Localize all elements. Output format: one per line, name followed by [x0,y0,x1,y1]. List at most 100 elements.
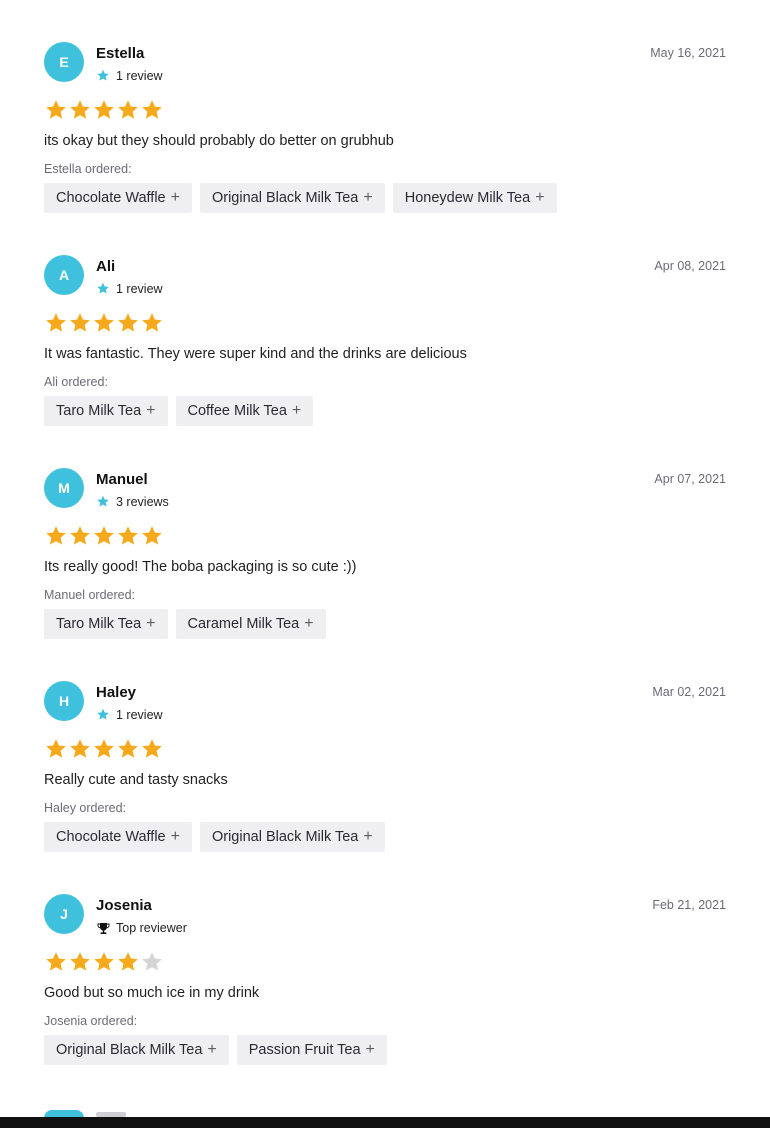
star-filled-icon [68,737,92,761]
add-item-button[interactable]: Original Black Milk Tea + [44,1035,229,1065]
star-filled-icon [116,524,140,548]
plus-icon: + [207,1041,217,1058]
star-filled-icon [68,311,92,335]
star-filled-icon [44,737,68,761]
reviewer-name[interactable]: Haley [96,684,136,701]
star-filled-icon [68,98,92,122]
item-name: Chocolate Waffle [56,190,166,206]
reviewer-meta-text: 1 review [116,708,163,722]
add-item-button[interactable]: Chocolate Waffle + [44,183,192,213]
review-header: M Manuel 3 reviews Apr 07, 2021 [44,468,726,509]
avatar[interactable]: J [44,894,84,934]
add-item-button[interactable]: Caramel Milk Tea + [175,609,326,639]
avatar[interactable]: M [44,468,84,508]
reviewer-meta: 3 reviews [96,495,169,509]
reviewer-name[interactable]: Manuel [96,471,148,488]
ordered-label: Josenia ordered: [44,1014,138,1028]
review-text: It was fantastic. They were super kind a… [44,346,467,362]
review-date: Apr 08, 2021 [654,259,726,273]
item-name: Caramel Milk Tea [187,616,300,632]
review-date: Apr 07, 2021 [654,472,726,486]
reviewer-meta: Top reviewer [96,921,187,935]
star-filled-icon [140,311,164,335]
review-card: E Estella 1 review May 16, 2021 its okay but… [44,42,726,255]
review-card: A Ali 1 review Apr 08, 2021 It was fantastic… [44,255,726,468]
reviewer-meta-text: 1 review [116,282,163,296]
reviewer-meta: 1 review [96,708,163,722]
add-item-button[interactable]: Chocolate Waffle + [44,822,192,852]
star-rating [44,737,726,761]
star-filled-icon [44,950,68,974]
review-header: H Haley 1 review Mar 02, 2021 [44,681,726,722]
star-rating [44,524,726,548]
review-header: E Estella 1 review May 16, 2021 [44,42,726,83]
item-name: Taro Milk Tea [56,403,142,419]
reviewer-meta-text: 3 reviews [116,495,169,509]
review-header: A Ali 1 review Apr 08, 2021 [44,255,726,296]
reviewer-meta: 1 review [96,69,163,83]
review-text: Good but so much ice in my drink [44,985,260,1001]
ordered-label: Manuel ordered: [44,588,136,602]
ordered-items: Taro Milk Tea + Coffee Milk Tea + [44,396,726,426]
item-name: Taro Milk Tea [56,616,142,632]
reviewer-name[interactable]: Josenia [96,897,152,914]
star-filled-icon [116,737,140,761]
plus-icon: + [304,615,314,632]
add-item-button[interactable]: Honeydew Milk Tea + [392,183,557,213]
star-filled-icon [68,950,92,974]
star-filled-icon [140,98,164,122]
star-filled-icon [68,524,92,548]
star-filled-icon [44,98,68,122]
review-text: its okay but they should probably do bet… [44,133,394,149]
plus-icon: + [170,828,180,845]
ordered-label: Estella ordered: [44,162,132,176]
star-filled-icon [140,737,164,761]
review-header: J Josenia Top reviewer Feb 21, 2021 [44,894,726,935]
add-item-button[interactable]: Original Black Milk Tea + [199,822,385,852]
item-name: Coffee Milk Tea [187,403,287,419]
reviewer-meta-text: Top reviewer [116,921,187,935]
review-card: H Haley 1 review Mar 02, 2021 Really cute an… [44,681,726,894]
review-card: J Josenia Top reviewer Feb 21, 2021 Good but… [44,894,726,1107]
star-filled-icon [116,98,140,122]
plus-icon: + [363,828,373,845]
review-date: Feb 21, 2021 [652,898,726,912]
plus-icon: + [146,615,156,632]
star-filled-icon [44,524,68,548]
star-empty-icon [140,950,164,974]
star-rating [44,311,726,335]
item-name: Original Black Milk Tea [56,1042,203,1058]
star-filled-icon [92,524,116,548]
add-item-button[interactable]: Taro Milk Tea + [44,396,168,426]
add-item-button[interactable]: Original Black Milk Tea + [199,183,385,213]
add-item-button[interactable]: Taro Milk Tea + [44,609,168,639]
plus-icon: + [365,1041,375,1058]
review-text: Its really good! The boba packaging is s… [44,559,357,575]
reviewer-name[interactable]: Estella [96,45,144,62]
star-icon [96,69,110,83]
add-item-button[interactable]: Coffee Milk Tea + [175,396,314,426]
reviewer-name[interactable]: Ali [96,258,115,275]
item-name: Honeydew Milk Tea [404,190,531,206]
star-filled-icon [92,311,116,335]
ordered-items: Chocolate Waffle + Original Black Milk Tea… [44,183,726,213]
review-card: M Manuel 3 reviews Apr 07, 2021 Its really g… [44,468,726,681]
ordered-items: Taro Milk Tea + Caramel Milk Tea + [44,609,726,639]
star-filled-icon [44,311,68,335]
star-filled-icon [140,524,164,548]
ordered-items: Chocolate Waffle + Original Black Milk Tea… [44,822,726,852]
star-rating [44,950,726,974]
review-date: Mar 02, 2021 [652,685,726,699]
plus-icon: + [146,402,156,419]
review-date: May 16, 2021 [650,46,726,60]
item-name: Passion Fruit Tea [248,1042,361,1058]
review-text: Really cute and tasty snacks [44,772,228,788]
reviews-list: E Estella 1 review May 16, 2021 its okay but… [44,42,726,1107]
plus-icon: + [535,189,545,206]
star-filled-icon [92,737,116,761]
avatar[interactable]: E [44,42,84,82]
avatar[interactable]: H [44,681,84,721]
ordered-label: Haley ordered: [44,801,126,815]
add-item-button[interactable]: Passion Fruit Tea + [236,1035,387,1065]
avatar[interactable]: A [44,255,84,295]
